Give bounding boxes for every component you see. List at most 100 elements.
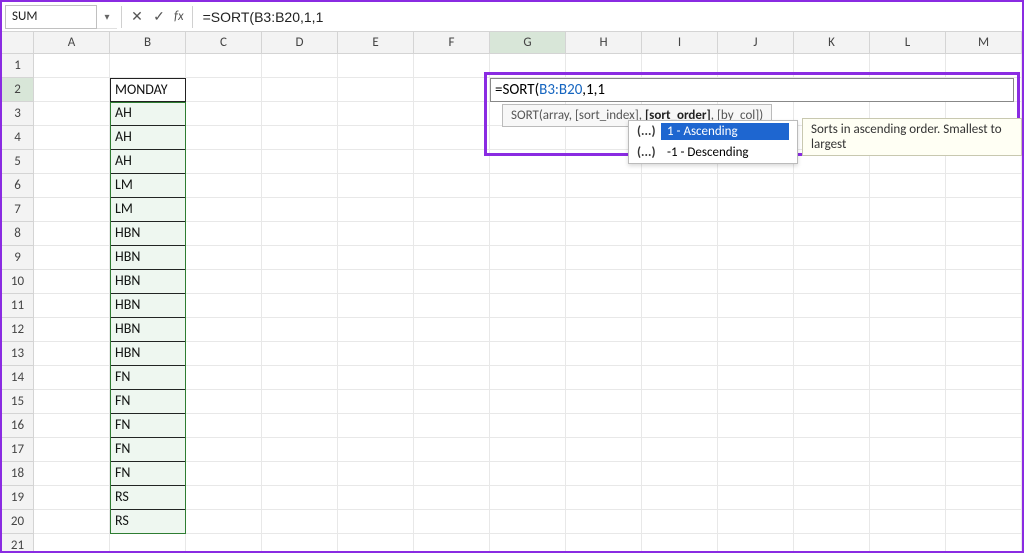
cell[interactable]: [490, 438, 566, 462]
cell[interactable]: [794, 318, 870, 342]
cell[interactable]: [414, 438, 490, 462]
cell[interactable]: [262, 390, 338, 414]
cell[interactable]: [718, 342, 794, 366]
cell[interactable]: [794, 462, 870, 486]
cell[interactable]: [718, 462, 794, 486]
cell[interactable]: [566, 318, 642, 342]
cell-editor[interactable]: =SORT(B3:B20,1,1: [490, 78, 1014, 102]
cell[interactable]: [34, 126, 110, 150]
cell[interactable]: [642, 366, 718, 390]
row-header[interactable]: 2: [2, 78, 34, 102]
col-header[interactable]: I: [642, 32, 718, 53]
cell[interactable]: [718, 534, 794, 551]
cell[interactable]: [870, 342, 946, 366]
row-header[interactable]: 8: [2, 222, 34, 246]
cell[interactable]: [642, 318, 718, 342]
cell[interactable]: [338, 462, 414, 486]
cell[interactable]: [262, 510, 338, 534]
cell[interactable]: [338, 246, 414, 270]
cell[interactable]: [414, 78, 490, 102]
cell[interactable]: [490, 222, 566, 246]
cell[interactable]: AH: [110, 102, 186, 126]
cell[interactable]: [870, 294, 946, 318]
col-header[interactable]: L: [870, 32, 946, 53]
cell[interactable]: [262, 318, 338, 342]
cell[interactable]: [414, 318, 490, 342]
cell[interactable]: [414, 102, 490, 126]
cell[interactable]: [414, 54, 490, 78]
cell[interactable]: [566, 270, 642, 294]
cell[interactable]: [414, 270, 490, 294]
cell[interactable]: [946, 366, 1022, 390]
cell[interactable]: [262, 534, 338, 551]
cell[interactable]: [186, 366, 262, 390]
cell[interactable]: FN: [110, 414, 186, 438]
cell[interactable]: [642, 486, 718, 510]
cell[interactable]: [870, 222, 946, 246]
cell[interactable]: [870, 270, 946, 294]
cell[interactable]: [34, 222, 110, 246]
row-header[interactable]: 7: [2, 198, 34, 222]
cell[interactable]: [338, 174, 414, 198]
argument-option-ascending[interactable]: (...) 1 - Ascending: [629, 121, 797, 142]
cell[interactable]: [186, 438, 262, 462]
cell[interactable]: [566, 222, 642, 246]
cell[interactable]: [794, 246, 870, 270]
cell[interactable]: LM: [110, 174, 186, 198]
cell[interactable]: [490, 462, 566, 486]
cell[interactable]: [642, 174, 718, 198]
cell[interactable]: [794, 390, 870, 414]
cell[interactable]: LM: [110, 198, 186, 222]
cell[interactable]: [414, 342, 490, 366]
cell[interactable]: [946, 318, 1022, 342]
cell[interactable]: [414, 510, 490, 534]
cell[interactable]: [870, 366, 946, 390]
cell[interactable]: [338, 126, 414, 150]
cell[interactable]: [34, 510, 110, 534]
cell[interactable]: [794, 534, 870, 551]
cell[interactable]: [34, 534, 110, 551]
cell[interactable]: [338, 150, 414, 174]
cell[interactable]: [338, 54, 414, 78]
cell[interactable]: [262, 246, 338, 270]
col-header[interactable]: K: [794, 32, 870, 53]
cell[interactable]: [642, 246, 718, 270]
cell[interactable]: [338, 534, 414, 551]
cell[interactable]: [490, 174, 566, 198]
enter-button[interactable]: ✓: [148, 5, 170, 29]
cell[interactable]: [262, 270, 338, 294]
cell[interactable]: [414, 294, 490, 318]
select-all-corner[interactable]: [2, 32, 34, 54]
cell[interactable]: [186, 534, 262, 551]
cell[interactable]: [262, 414, 338, 438]
cell[interactable]: [566, 534, 642, 551]
cell[interactable]: [566, 174, 642, 198]
cell[interactable]: [870, 486, 946, 510]
cell[interactable]: FN: [110, 438, 186, 462]
col-header[interactable]: H: [566, 32, 642, 53]
row-header[interactable]: 1: [2, 54, 34, 78]
row-header[interactable]: 21: [2, 534, 34, 551]
cell[interactable]: [946, 246, 1022, 270]
cell[interactable]: [186, 462, 262, 486]
cell[interactable]: [34, 438, 110, 462]
cell[interactable]: [794, 510, 870, 534]
cell[interactable]: [946, 294, 1022, 318]
cell[interactable]: [262, 294, 338, 318]
cell[interactable]: [34, 150, 110, 174]
cell[interactable]: [34, 414, 110, 438]
row-header[interactable]: 13: [2, 342, 34, 366]
fx-icon[interactable]: fx: [174, 9, 184, 24]
col-header[interactable]: G: [490, 32, 566, 53]
cell[interactable]: [34, 462, 110, 486]
cell[interactable]: [414, 222, 490, 246]
cell[interactable]: [414, 534, 490, 551]
cell[interactable]: [642, 438, 718, 462]
cell[interactable]: [718, 438, 794, 462]
row-header[interactable]: 17: [2, 438, 34, 462]
cell[interactable]: [794, 270, 870, 294]
cell[interactable]: [414, 198, 490, 222]
cell[interactable]: [946, 510, 1022, 534]
cell[interactable]: [338, 342, 414, 366]
cell[interactable]: [566, 438, 642, 462]
